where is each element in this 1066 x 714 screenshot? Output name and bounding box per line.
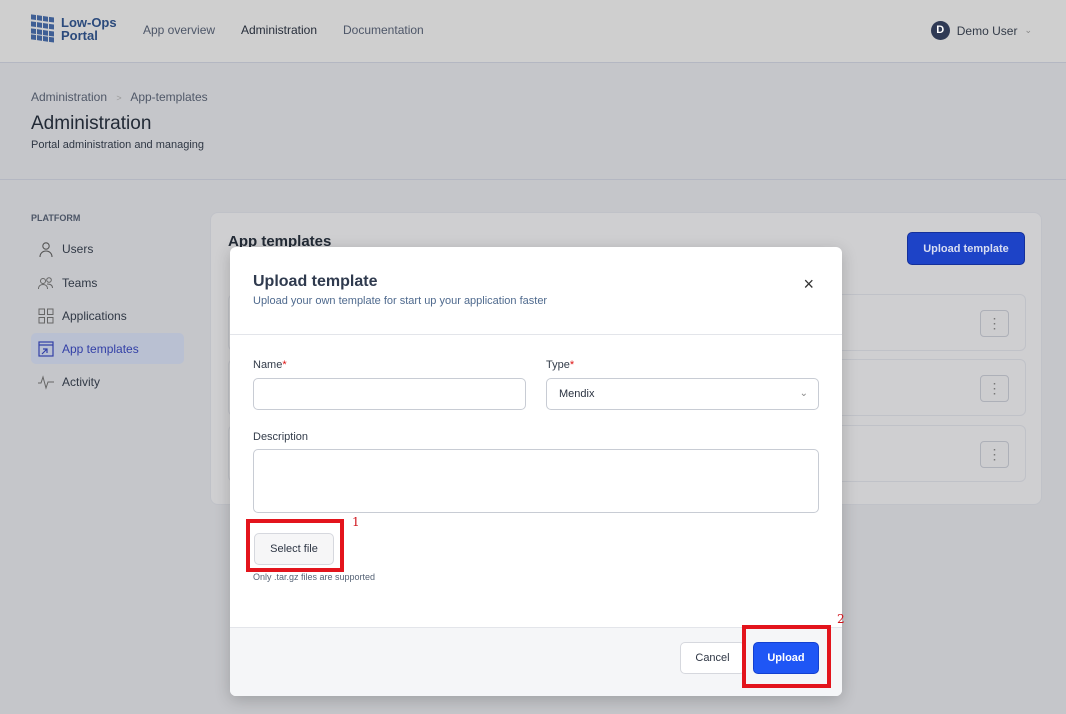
sidebar-item-label: Activity — [62, 374, 101, 389]
sidebar-section-platform: PLATFORM — [31, 213, 81, 223]
more-options-icon[interactable]: ⋮ — [980, 441, 1009, 468]
sidebar-item-label: Applications — [62, 308, 127, 323]
breadcrumb: Administration > App-templates — [31, 90, 208, 104]
breadcrumb-administration[interactable]: Administration — [31, 90, 107, 104]
type-select-value: Mendix — [559, 388, 595, 400]
nav-app-overview[interactable]: App overview — [143, 23, 215, 37]
page-title: Administration — [31, 113, 152, 134]
sidebar-item-users[interactable]: Users — [31, 233, 184, 264]
name-label: Name* — [253, 359, 287, 371]
annotation-box-1 — [246, 519, 344, 572]
nav-documentation[interactable]: Documentation — [343, 23, 424, 37]
sidebar-item-label: Teams — [62, 275, 98, 290]
description-label: Description — [253, 431, 309, 443]
divider — [0, 179, 1066, 180]
annotation-box-2 — [742, 625, 831, 688]
user-menu[interactable]: D Demo User ⌄ — [930, 21, 1032, 40]
more-options-icon[interactable]: ⋮ — [980, 310, 1009, 337]
breadcrumb-separator: > — [116, 93, 122, 103]
sidebar-item-applications[interactable]: Applications — [31, 300, 184, 331]
sidebar-item-label: App templates — [62, 341, 139, 356]
modal-title: Upload template — [253, 273, 378, 290]
required-marker: * — [282, 359, 287, 371]
sidebar-item-label: Users — [62, 241, 94, 256]
avatar: D — [930, 21, 950, 40]
more-options-icon[interactable]: ⋮ — [980, 375, 1009, 402]
close-icon[interactable]: × — [803, 274, 814, 295]
modal-subtitle: Upload your own template for start up yo… — [253, 295, 548, 307]
required-marker: * — [569, 359, 575, 371]
description-textarea[interactable] — [253, 449, 819, 513]
template-icon — [38, 340, 54, 357]
annotation-label-1: 1 — [352, 515, 360, 529]
sidebar-item-app-templates[interactable]: App templates — [31, 333, 184, 364]
upload-template-button[interactable]: Upload template — [907, 232, 1025, 265]
activity-icon — [38, 374, 54, 390]
logo-icon — [31, 14, 55, 43]
chevron-down-icon: ⌄ — [1024, 25, 1032, 35]
file-type-hint: Only .tar.gz files are supported — [253, 572, 376, 582]
page-subtitle: Portal administration and managing — [31, 139, 205, 151]
name-input[interactable] — [253, 378, 526, 410]
cancel-button[interactable]: Cancel — [680, 642, 745, 674]
user-icon — [39, 241, 53, 257]
sidebar-item-teams[interactable]: Teams — [31, 267, 184, 298]
type-select[interactable]: Mendix ⌄ — [546, 378, 819, 410]
grid-icon — [38, 308, 54, 323]
logo-text-line2: Portal — [61, 28, 98, 43]
divider — [230, 334, 842, 335]
breadcrumb-current: App-templates — [130, 90, 208, 104]
team-icon — [38, 276, 53, 289]
type-label: Type* — [546, 359, 575, 371]
logo[interactable]: Low-Ops Portal — [31, 14, 117, 43]
annotation-label-2: 2 — [837, 612, 845, 626]
user-name: Demo User — [956, 23, 1018, 38]
sidebar-item-activity[interactable]: Activity — [31, 366, 184, 397]
top-header: Low-Ops Portal App overview Administratio… — [0, 0, 1066, 63]
nav-administration[interactable]: Administration — [241, 23, 317, 37]
chevron-down-icon: ⌄ — [799, 388, 808, 399]
